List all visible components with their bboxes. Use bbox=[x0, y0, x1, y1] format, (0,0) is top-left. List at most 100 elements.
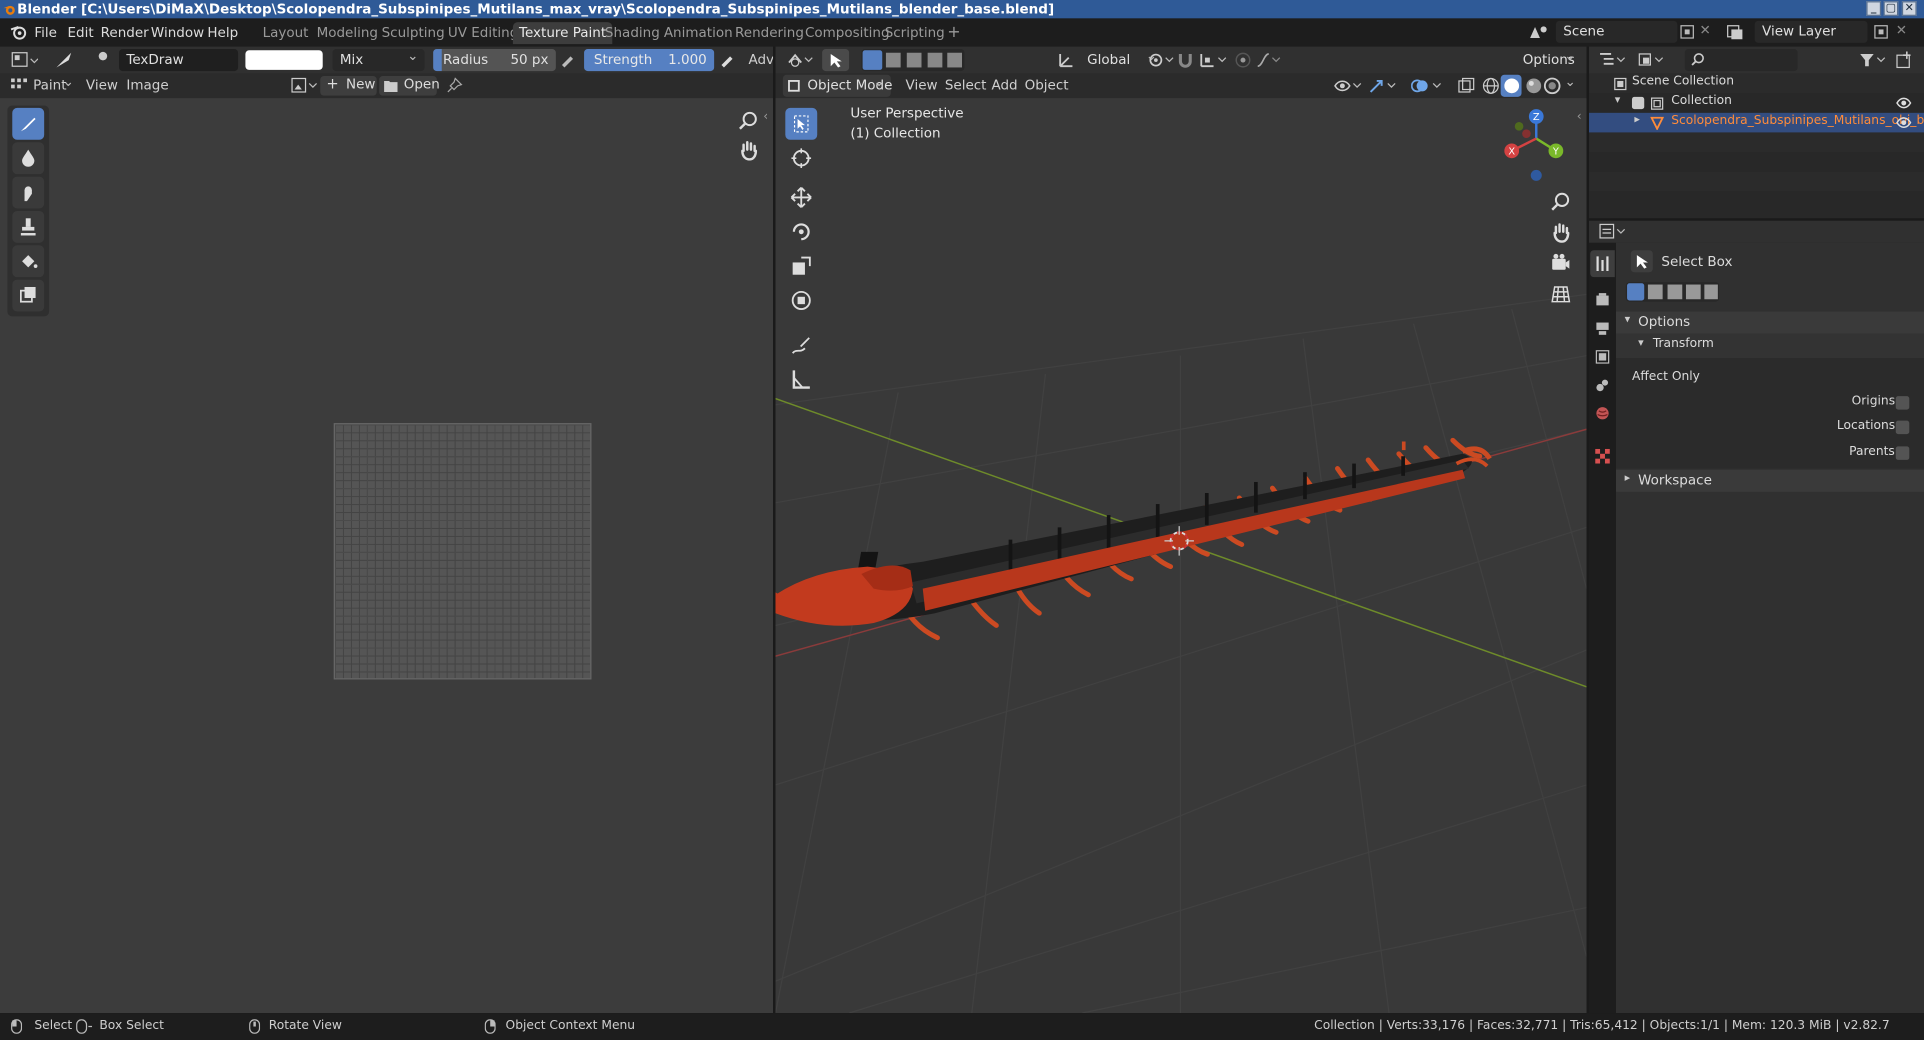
viewport-pan-icon[interactable] bbox=[1551, 222, 1571, 243]
close-window-button[interactable]: ✕ bbox=[1901, 1, 1917, 16]
view-layer-properties-icon[interactable] bbox=[1595, 350, 1610, 365]
select-mode-invert[interactable] bbox=[1685, 284, 1701, 300]
menu-help[interactable]: Help bbox=[207, 22, 238, 43]
viewport-menu-view[interactable]: View bbox=[906, 75, 938, 97]
mode-difference-button[interactable] bbox=[927, 52, 943, 68]
strength-slider[interactable]: Strength 1.000 bbox=[584, 49, 715, 72]
scale-tool-button[interactable] bbox=[785, 250, 817, 282]
draw-tool-button[interactable] bbox=[12, 107, 45, 140]
editor-type-icon[interactable] bbox=[11, 52, 39, 69]
object-mode-dropdown[interactable]: Object Mode bbox=[782, 71, 892, 97]
mode-set-button[interactable] bbox=[862, 50, 883, 70]
viewport-menu-object[interactable]: Object bbox=[1025, 75, 1069, 97]
workspace-panel-header[interactable]: ▸ Workspace bbox=[1616, 469, 1924, 492]
menu-window[interactable]: Window bbox=[151, 22, 204, 43]
select-mode-new[interactable] bbox=[1627, 283, 1645, 301]
visibility-eye-icon[interactable] bbox=[1334, 77, 1363, 94]
perspective-toggle-icon[interactable] bbox=[1551, 285, 1571, 305]
minimize-button[interactable]: _ bbox=[1866, 1, 1882, 16]
menu-edit[interactable]: Edit bbox=[67, 22, 93, 43]
viewport-editor-type-icon[interactable] bbox=[787, 52, 814, 69]
move-tool-button[interactable] bbox=[785, 182, 817, 214]
add-workspace-button[interactable]: + bbox=[941, 22, 967, 44]
select-mode-subtract[interactable] bbox=[1667, 284, 1683, 300]
eye-icon[interactable] bbox=[1896, 97, 1912, 109]
open-image-button[interactable]: Open bbox=[379, 76, 440, 96]
proportional-editing-icon[interactable] bbox=[1234, 52, 1251, 69]
image-browse-icon[interactable] bbox=[291, 77, 318, 94]
select-box-tool-button[interactable] bbox=[785, 107, 818, 140]
snap-target-icon[interactable] bbox=[1199, 52, 1228, 69]
new-image-button[interactable]: + New bbox=[320, 75, 377, 96]
outliner-search-input[interactable] bbox=[1684, 49, 1798, 72]
viewport-options-dropdown[interactable]: Options bbox=[1515, 45, 1581, 71]
outliner-row-scene[interactable]: Scene Collection bbox=[1589, 73, 1924, 94]
mode-extend-button[interactable] bbox=[885, 52, 901, 68]
navigation-gizmo[interactable]: Z Y X bbox=[1499, 104, 1573, 187]
locations-checkbox[interactable] bbox=[1895, 420, 1910, 435]
view-layer-icon[interactable] bbox=[1726, 23, 1751, 40]
viewport-collapse-sidebar-icon[interactable]: ‹ bbox=[1577, 110, 1582, 123]
image-menu-view[interactable]: View bbox=[86, 75, 118, 97]
radius-slider[interactable]: Radius 50 px bbox=[433, 49, 556, 72]
mode-subtract-button[interactable] bbox=[906, 52, 922, 68]
brush-color-swatch[interactable] bbox=[245, 50, 323, 70]
smear-tool-button[interactable] bbox=[12, 176, 45, 209]
outliner-row-object[interactable]: ▸ Scolopendra_Subspinipes_Mutilans_obj_b… bbox=[1589, 112, 1924, 133]
display-mode-icon[interactable] bbox=[1638, 52, 1665, 69]
solid-shading-button[interactable] bbox=[1500, 74, 1522, 97]
scene-icon[interactable] bbox=[1528, 23, 1553, 40]
filter-icon[interactable] bbox=[1859, 52, 1886, 69]
outliner-editor-type-icon[interactable] bbox=[1599, 52, 1626, 69]
paint-mode-dropdown[interactable]: Paint bbox=[33, 75, 66, 97]
tab-tool[interactable] bbox=[1590, 250, 1615, 278]
tab-animation[interactable]: Animation bbox=[658, 22, 739, 44]
viewport-menu-add[interactable]: Add bbox=[991, 75, 1017, 97]
active-tool-indicator[interactable] bbox=[822, 49, 850, 72]
tab-texture-paint[interactable]: Texture Paint bbox=[512, 22, 613, 45]
options-panel-header[interactable]: ▾ Options bbox=[1616, 311, 1924, 334]
collection-expand-icon[interactable]: ▾ bbox=[1615, 94, 1621, 106]
collapse-sidebar-icon[interactable]: ‹ bbox=[763, 110, 768, 123]
image-menu-image[interactable]: Image bbox=[126, 75, 168, 97]
clone-tool-button[interactable] bbox=[12, 210, 45, 243]
blend-mode-dropdown[interactable]: Mix bbox=[332, 45, 425, 72]
annotate-tool-button[interactable] bbox=[785, 329, 817, 361]
outliner-row-collection[interactable]: ▾ Collection bbox=[1589, 93, 1924, 113]
image-editor-canvas[interactable]: ‹ bbox=[0, 98, 774, 1014]
soften-tool-button[interactable] bbox=[12, 142, 45, 175]
delete-view-layer-icon[interactable]: ✕ bbox=[1896, 22, 1907, 38]
world-properties-icon[interactable] bbox=[1595, 406, 1610, 421]
rendered-shading-icon[interactable] bbox=[1543, 77, 1561, 95]
shading-options-chevron-icon[interactable]: ⌄ bbox=[1564, 74, 1575, 90]
new-scene-icon[interactable] bbox=[1680, 25, 1695, 40]
mask-tool-button[interactable] bbox=[12, 279, 45, 312]
3d-viewport[interactable]: User Perspective (1) Collection Z Y X ‹ bbox=[775, 98, 1587, 1014]
new-view-layer-icon[interactable] bbox=[1874, 25, 1889, 40]
tab-shading[interactable]: Shading bbox=[599, 22, 666, 44]
measure-tool-button[interactable] bbox=[785, 363, 817, 395]
new-collection-icon[interactable] bbox=[1896, 51, 1913, 69]
blender-menu-icon[interactable] bbox=[10, 25, 27, 41]
output-properties-icon[interactable] bbox=[1595, 321, 1610, 336]
view-layer-name-field[interactable]: View Layer bbox=[1754, 20, 1868, 43]
material-preview-icon[interactable] bbox=[1525, 77, 1542, 94]
falloff-curve-icon[interactable] bbox=[1256, 52, 1283, 69]
menu-file[interactable]: File bbox=[34, 22, 57, 43]
scene-properties-icon[interactable] bbox=[1595, 378, 1610, 393]
tab-layout[interactable]: Layout bbox=[256, 22, 314, 44]
wireframe-shading-icon[interactable] bbox=[1482, 77, 1499, 94]
tab-modeling[interactable]: Modeling bbox=[310, 22, 384, 44]
tab-sculpting[interactable]: Sculpting bbox=[375, 22, 450, 44]
cursor-tool-button[interactable] bbox=[785, 142, 817, 174]
brush-name-field[interactable]: TexDraw bbox=[119, 49, 239, 72]
radius-pressure-icon[interactable] bbox=[558, 52, 575, 69]
gizmo-toggle-icon[interactable] bbox=[1368, 77, 1397, 94]
tab-scripting[interactable]: Scripting bbox=[879, 22, 951, 44]
transform-subpanel-header[interactable]: ▾ Transform bbox=[1616, 333, 1924, 359]
menu-render[interactable]: Render bbox=[101, 22, 149, 43]
fill-tool-button[interactable] bbox=[12, 245, 45, 278]
snap-magnet-icon[interactable] bbox=[1177, 52, 1194, 69]
strength-pressure-icon[interactable] bbox=[718, 52, 735, 69]
overlays-toggle-icon[interactable] bbox=[1411, 77, 1443, 94]
